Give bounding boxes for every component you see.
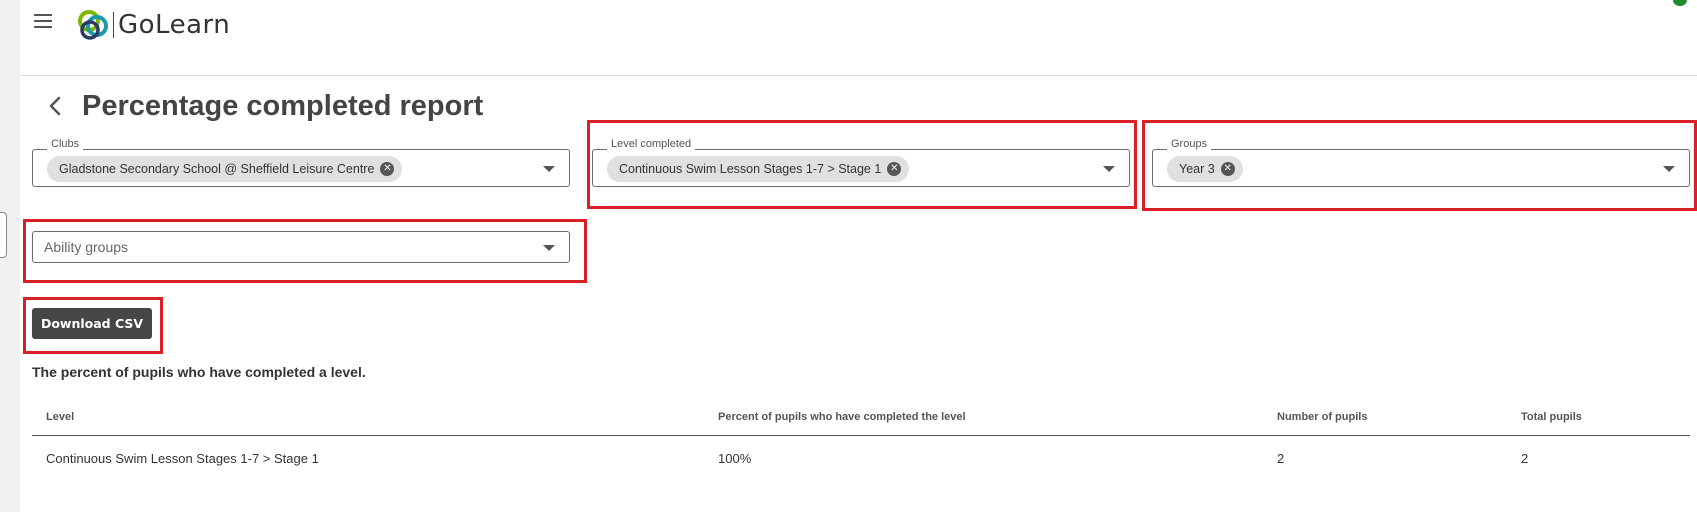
level-completed-chip: Continuous Swim Lesson Stages 1-7 > Stag… bbox=[607, 156, 910, 182]
cell-number-of-pupils: 2 bbox=[1277, 451, 1285, 466]
cell-percent: 100% bbox=[718, 451, 752, 466]
column-header-total-pupils[interactable]: Total pupils bbox=[1521, 398, 1582, 435]
logo-divider bbox=[113, 12, 114, 38]
page-header: Percentage completed report bbox=[40, 86, 483, 126]
hamburger-icon[interactable] bbox=[34, 14, 52, 28]
remove-chip-icon[interactable]: ✕ bbox=[380, 162, 395, 176]
ability-groups-placeholder: Ability groups bbox=[44, 239, 129, 255]
brand-name: GoLearn bbox=[118, 10, 231, 40]
dropdown-arrow-icon[interactable] bbox=[1663, 166, 1675, 172]
groups-label: Groups bbox=[1167, 138, 1212, 150]
groups-chip: Year 3 ✕ bbox=[1167, 156, 1243, 182]
back-button[interactable] bbox=[40, 91, 70, 121]
groups-select[interactable]: Groups Year 3 ✕ bbox=[1152, 138, 1690, 187]
chevron-left-icon bbox=[49, 96, 61, 116]
ability-groups-select[interactable]: Ability groups bbox=[32, 231, 570, 263]
level-completed-label: Level completed bbox=[607, 138, 696, 150]
table-row: Continuous Swim Lesson Stages 1-7 > Stag… bbox=[32, 436, 1690, 481]
report-description: The percent of pupils who have completed… bbox=[32, 364, 366, 380]
page-title: Percentage completed report bbox=[82, 89, 484, 122]
clubs-chip: Gladstone Secondary School @ Sheffield L… bbox=[47, 156, 403, 182]
clubs-select[interactable]: Clubs Gladstone Secondary School @ Sheff… bbox=[32, 138, 570, 187]
level-completed-select[interactable]: Level completed Continuous Swim Lesson S… bbox=[592, 138, 1130, 187]
remove-chip-icon[interactable]: ✕ bbox=[1220, 162, 1235, 176]
groups-chip-text: Year 3 bbox=[1179, 162, 1215, 176]
level-completed-chip-text: Continuous Swim Lesson Stages 1-7 > Stag… bbox=[619, 162, 882, 176]
column-header-number-of-pupils[interactable]: Number of pupils bbox=[1277, 398, 1367, 435]
side-panel-tab[interactable] bbox=[0, 212, 7, 258]
column-header-level[interactable]: Level bbox=[46, 398, 74, 435]
dropdown-arrow-icon[interactable] bbox=[543, 166, 555, 172]
download-csv-button[interactable]: Download CSV bbox=[32, 308, 152, 339]
brand-logo[interactable]: GoLearn bbox=[76, 8, 230, 42]
status-indicator bbox=[1673, 0, 1687, 6]
column-header-percent[interactable]: Percent of pupils who have completed the… bbox=[718, 398, 966, 435]
dropdown-arrow-icon[interactable] bbox=[1103, 166, 1115, 172]
clubs-label: Clubs bbox=[47, 138, 84, 150]
dropdown-arrow-icon[interactable] bbox=[543, 245, 555, 251]
table-header-row: Level Percent of pupils who have complet… bbox=[32, 398, 1690, 436]
remove-chip-icon[interactable]: ✕ bbox=[887, 162, 902, 176]
clubs-chip-text: Gladstone Secondary School @ Sheffield L… bbox=[59, 162, 375, 176]
golearn-logo-icon bbox=[78, 10, 108, 40]
left-edge-panel bbox=[0, 0, 20, 512]
cell-total-pupils: 2 bbox=[1521, 451, 1529, 466]
report-table: Level Percent of pupils who have complet… bbox=[32, 398, 1690, 481]
top-app-bar: GoLearn bbox=[20, 0, 1697, 76]
cell-level: Continuous Swim Lesson Stages 1-7 > Stag… bbox=[46, 451, 319, 466]
